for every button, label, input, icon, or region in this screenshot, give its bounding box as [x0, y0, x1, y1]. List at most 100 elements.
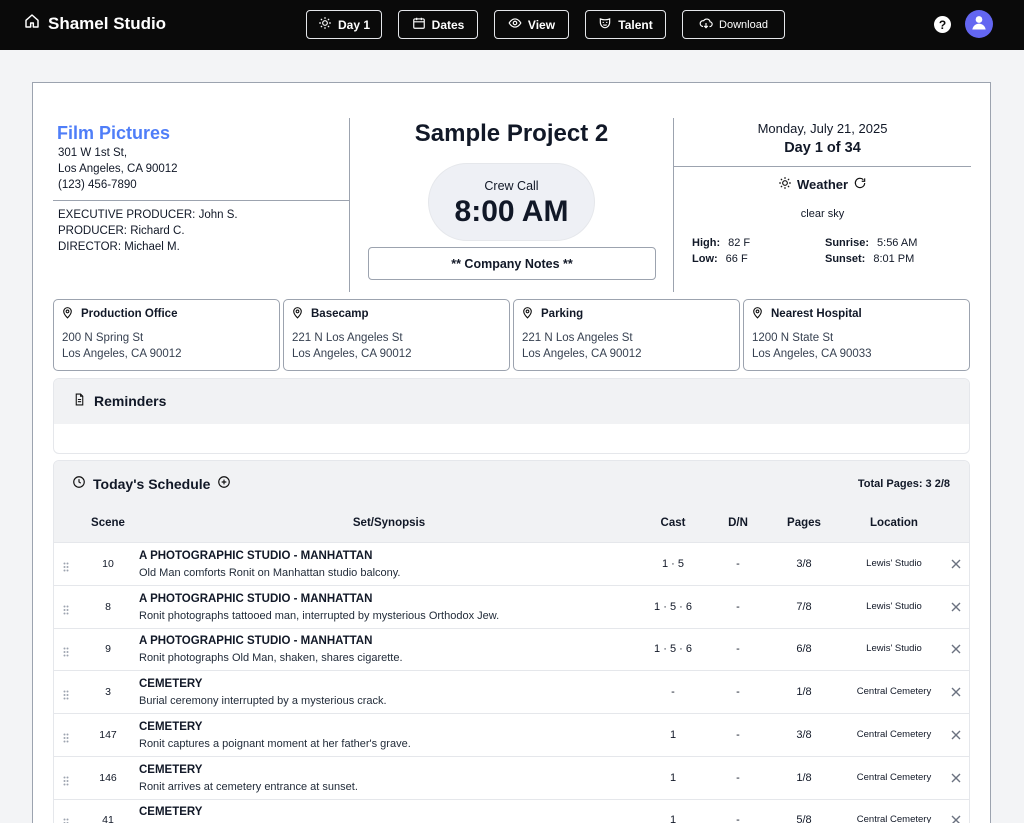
view-button[interactable]: View — [494, 10, 569, 39]
cast: 1 — [669, 728, 677, 741]
column-header-scene[interactable]: Scene — [84, 517, 132, 529]
location: Lewis' Studio — [866, 600, 922, 612]
weather-title: Weather — [797, 177, 849, 192]
table-row[interactable]: 10 A PHOTOGRAPHIC STUDIO - MANHATTAN Old M… — [54, 543, 969, 586]
table-row[interactable]: 41 CEMETERY 1 - 5/8 Central Cemetery — [54, 799, 969, 823]
app-name: Shamel Studio — [48, 13, 167, 33]
location-card-nearest-hospital[interactable]: Nearest Hospital 1200 N State St Los Ang… — [743, 299, 970, 371]
scene-number: 146 — [99, 771, 117, 784]
remove-scene-icon[interactable] — [950, 685, 962, 697]
avatar[interactable] — [965, 10, 993, 38]
remove-scene-icon[interactable] — [950, 728, 962, 740]
scene-number: 10 — [102, 558, 114, 570]
column-header-pages[interactable]: Pages — [776, 517, 832, 529]
table-row[interactable]: 146 CEMETERY Ronit arrives at cemetery ent… — [54, 757, 969, 800]
pages: 5/8 — [796, 814, 812, 823]
remove-scene-icon[interactable] — [950, 557, 962, 569]
map-pin-icon — [61, 306, 74, 322]
day-night: - — [736, 558, 740, 570]
location-line1: 200 N Spring St — [62, 332, 144, 344]
synopsis: Old Man comforts Ronit on Manhattan stud… — [139, 567, 401, 579]
crew-call-time: 8:00 AM — [454, 195, 569, 228]
cast: 1 — [669, 771, 677, 784]
location-line2: Los Angeles, CA 90033 — [752, 348, 872, 360]
company-notes-button[interactable]: ** Company Notes ** — [368, 247, 656, 280]
location: Central Cemetery — [856, 686, 932, 698]
column-header-dn[interactable]: D/N — [718, 517, 758, 529]
download-label: Download — [719, 18, 768, 31]
user-icon — [969, 12, 989, 37]
location: Central Cemetery — [856, 771, 932, 783]
location-card-production-office[interactable]: Production Office 200 N Spring St Los An… — [53, 299, 280, 371]
remove-scene-icon[interactable] — [950, 813, 962, 823]
location-title: Basecamp — [311, 308, 369, 320]
drag-handle-icon[interactable] — [63, 687, 69, 700]
drag-handle-icon[interactable] — [63, 815, 69, 823]
shoot-date: Monday, July 21, 2025 — [757, 121, 888, 136]
drag-handle-icon[interactable] — [63, 773, 69, 785]
dates-button[interactable]: Dates — [398, 10, 478, 39]
synopsis: Ronit arrives at cemetery entrance at su… — [139, 780, 358, 793]
location-card-basecamp[interactable]: Basecamp 221 N Los Angeles St Los Angele… — [283, 299, 510, 371]
set-name: CEMETERY — [139, 806, 203, 819]
reminders-title: Reminders — [94, 393, 167, 409]
map-pin-icon — [521, 306, 534, 322]
weather-high: High: 82 F — [692, 237, 751, 249]
column-header-cast[interactable]: Cast — [644, 517, 702, 529]
brand[interactable]: Shamel Studio — [24, 13, 166, 34]
map-pin-icon — [751, 306, 764, 322]
scene-number: 8 — [105, 600, 111, 613]
day-night: - — [736, 728, 740, 741]
download-button[interactable]: Download — [682, 10, 785, 39]
company-address-line1: 301 W 1st St, — [58, 147, 128, 159]
drag-handle-icon[interactable] — [63, 602, 69, 615]
table-row[interactable]: 3 CEMETERY Burial ceremony interrupted by … — [54, 671, 969, 715]
location-line1: 221 N Los Angeles St — [292, 332, 403, 344]
pages: 7/8 — [796, 600, 812, 613]
reminders-panel: Reminders — [53, 378, 970, 454]
column-header-location[interactable]: Location — [844, 517, 944, 529]
location-line2: Los Angeles, CA 90012 — [522, 348, 642, 360]
reminders-header[interactable]: Reminders — [54, 379, 969, 424]
executive-producer: EXECUTIVE PRODUCER: John S. — [58, 209, 238, 221]
synopsis: Ronit captures a poignant moment at her … — [139, 737, 411, 750]
remove-scene-icon[interactable] — [950, 771, 962, 783]
view-label: View — [527, 17, 556, 32]
location: Central Cemetery — [856, 814, 932, 823]
day-night: - — [736, 643, 740, 656]
scene-number: 9 — [105, 643, 111, 656]
remove-scene-icon[interactable] — [950, 642, 962, 654]
pages: 1/8 — [796, 771, 812, 784]
day-night: - — [736, 814, 740, 823]
help-icon[interactable]: ? — [934, 16, 951, 33]
column-header-set[interactable]: Set/Synopsis — [304, 517, 474, 529]
table-row[interactable]: 147 CEMETERY Ronit captures a poignant mom… — [54, 714, 969, 757]
producer: PRODUCER: Richard C. — [58, 225, 185, 237]
cloud-download-icon — [699, 16, 713, 33]
clock-icon — [72, 475, 86, 492]
refresh-icon[interactable] — [853, 176, 867, 193]
location-card-parking[interactable]: Parking 221 N Los Angeles St Los Angeles… — [513, 299, 740, 371]
location-line1: 221 N Los Angeles St — [522, 332, 633, 344]
drag-handle-icon[interactable] — [63, 730, 69, 743]
schedule-title: Today's Schedule — [93, 475, 211, 492]
talent-button[interactable]: Talent — [585, 10, 666, 39]
add-scene-icon[interactable] — [217, 475, 231, 492]
company-phone: (123) 456-7890 — [58, 179, 137, 191]
document-icon — [73, 393, 86, 409]
day-night: - — [736, 771, 740, 784]
talent-label: Talent — [618, 17, 653, 32]
location-line1: 1200 N State St — [752, 332, 834, 344]
remove-scene-icon[interactable] — [950, 600, 962, 612]
drag-handle-icon[interactable] — [63, 644, 69, 657]
table-row[interactable]: 9 A PHOTOGRAPHIC STUDIO - MANHATTAN Ronit … — [54, 628, 969, 672]
day-button[interactable]: Day 1 — [306, 10, 382, 39]
table-row[interactable]: 8 A PHOTOGRAPHIC STUDIO - MANHATTAN Ronit … — [54, 586, 969, 629]
cast: - — [671, 686, 675, 699]
location: Lewis' Studio — [866, 558, 922, 569]
eye-icon — [508, 16, 522, 33]
day-label: Day 1 — [337, 17, 371, 32]
drag-handle-icon[interactable] — [63, 559, 69, 572]
sun-icon — [778, 176, 792, 193]
company-name: Film Pictures — [57, 123, 171, 143]
